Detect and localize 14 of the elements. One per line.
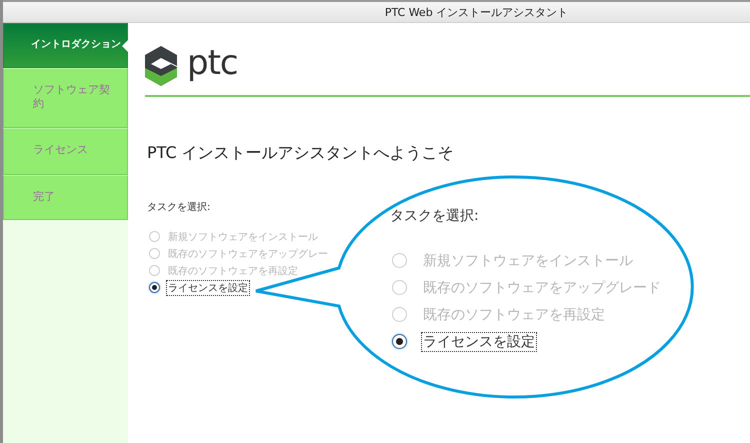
window-title: PTC Web インストールアシスタント — [384, 4, 568, 20]
task-label: タスクを選択: — [390, 207, 480, 225]
task-label: タスクを選択: — [147, 201, 212, 214]
option-label[interactable]: ライセンスを設定 — [421, 332, 537, 352]
logo-icon — [145, 46, 177, 86]
sidebar-item[interactable]: 完了 — [3, 175, 128, 220]
logo-text: ptc — [187, 43, 238, 83]
radio-button[interactable] — [149, 282, 160, 293]
sidebar-item[interactable]: ソフトウェア契約 — [3, 68, 128, 128]
sidebar-item[interactable]: ライセンス — [3, 128, 128, 175]
caret-icon — [122, 40, 128, 52]
page-heading: PTC インストールアシスタントへようこそ — [147, 143, 455, 164]
option-label[interactable]: ライセンスを設定 — [166, 280, 250, 296]
sidebar-item[interactable]: イントロダクション — [3, 23, 128, 68]
